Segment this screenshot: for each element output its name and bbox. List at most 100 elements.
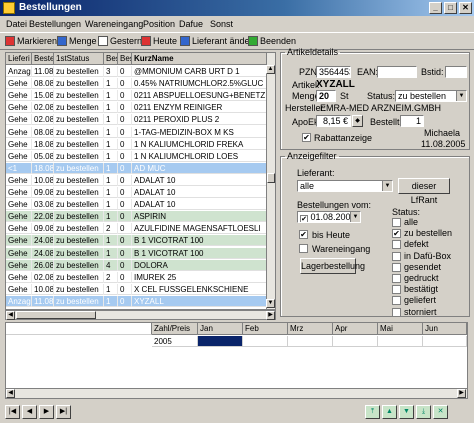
grid-vertical-scrollbar[interactable]: ▲ ▼ [266, 53, 275, 309]
table-row[interactable]: Gehe10.08.zu bestellen10X CEL FUSSGELENK… [6, 283, 268, 295]
wareneingang-checkbox[interactable] [299, 244, 308, 253]
col-bestellt[interactable]: Bes [118, 53, 132, 65]
ean-field[interactable] [377, 66, 417, 78]
hscroll-thumb[interactable] [16, 311, 96, 319]
date-enable-checkbox[interactable]: ✔ [300, 215, 308, 222]
close-icon[interactable]: ✕ [459, 2, 472, 14]
table-row[interactable]: Gehe24.08.zu bestellen10B 1 VICOTRAT 100 [6, 247, 268, 259]
col-bestelldatum[interactable]: Beste [32, 53, 54, 65]
year-cell[interactable]: 2005 [152, 336, 198, 347]
move-bottom-icon[interactable]: ⤓ [416, 405, 431, 419]
table-row[interactable]: Gehe10.08.zu bestellen10ADALAT 10 [6, 174, 268, 186]
status-checkbox[interactable] [392, 262, 401, 272]
status-checkbox[interactable]: ✔ [392, 229, 401, 239]
col-kurzname[interactable]: KurzName [132, 53, 268, 65]
table-row[interactable]: Gehe02.08.zu bestellen100211 PEROXID PLU… [6, 114, 268, 126]
table-row[interactable]: Gehe05.08.zu bestellen101 N KALIUMCHLORI… [6, 150, 268, 162]
mrz-cell[interactable] [288, 336, 333, 347]
move-down-icon[interactable]: ▼ [399, 405, 414, 419]
jun-cell[interactable] [423, 336, 467, 347]
lagerbestellung-button[interactable]: Lagerbestellung [300, 258, 365, 274]
status-checkbox[interactable] [392, 251, 401, 261]
monthly-stats-grid[interactable]: Zahl/Preis Jan Feb Mrz Apr Mai Jun 2005 … [5, 322, 468, 399]
table-row[interactable]: Gehe18.08.zu bestellen101 N KALIUMCHLORI… [6, 138, 268, 150]
col-jan[interactable]: Jan [198, 323, 243, 335]
col-mai[interactable]: Mai [378, 323, 423, 335]
table-row[interactable]: Anzag 11.08. zu bestellen 3 0 @MMONIUM CARB U… [6, 66, 268, 77]
table-row[interactable]: Gehe24.08.zu bestellen10B 1 VICOTRAT 100 [6, 235, 268, 247]
menu-datei[interactable]: Datei [6, 19, 27, 29]
grid-horizontal-scrollbar[interactable]: ◀ ▶ [5, 310, 276, 320]
table-row[interactable]: Gehe09.08.zu bestellen10ADALAT 10 [6, 187, 268, 198]
table-row[interactable]: Gehe03.08.zu bestellen10ADALAT 10 [6, 199, 268, 211]
col-apr[interactable]: Apr [333, 323, 378, 335]
minimize-icon[interactable]: _ [429, 2, 442, 14]
status-select[interactable]: zu bestellen ▼ [395, 90, 467, 102]
first-record-icon[interactable]: |◀ [5, 405, 20, 419]
menu-dafue[interactable]: Dafue [179, 19, 203, 29]
dieser-lieferant-button[interactable]: dieser LfRant [398, 178, 450, 205]
menu-wareneingang[interactable]: Wareneingang [85, 19, 143, 29]
col-status[interactable]: 1stStatus [54, 53, 104, 65]
mai-cell[interactable] [378, 336, 423, 347]
menu-sonst[interactable]: Sonst [210, 19, 233, 29]
table-row[interactable]: Anzag 11.08. zu bestellen 1 0 XYZALL [6, 295, 268, 307]
table-row[interactable]: Gehe22.08.zu bestellen10ASPIRIN [6, 211, 268, 223]
status-checkbox[interactable] [392, 218, 401, 227]
move-up-icon[interactable]: ▲ [382, 405, 397, 419]
status-checkbox[interactable] [392, 274, 401, 283]
apoek-spin-icon[interactable]: ◆ [352, 115, 363, 127]
bis-heute-checkbox[interactable]: ✔ [299, 230, 308, 239]
table-row[interactable]: Gehe08.08.zu bestellen101-TAG-MEDIZIN-BO… [6, 126, 268, 138]
chevron-down-icon[interactable]: ▼ [382, 181, 392, 191]
table-row[interactable]: Gehe09.08.zu bestellen20AZULFIDINE MAGEN… [6, 223, 268, 235]
menu-bestellungen[interactable]: Bestellungen [29, 19, 81, 29]
bstid-field[interactable] [445, 66, 467, 78]
last-record-icon[interactable]: ▶| [56, 405, 71, 419]
scroll-right-icon[interactable]: ▶ [266, 311, 275, 320]
table-row[interactable]: <118.08.zu bestellen10AD MUC [6, 162, 268, 174]
beenden-button[interactable]: Beenden [248, 36, 296, 46]
bestellt-field[interactable]: 1 [400, 115, 424, 127]
scroll-up-icon[interactable]: ▲ [266, 65, 275, 74]
apr-cell[interactable] [333, 336, 378, 347]
scroll-down-icon[interactable]: ▼ [266, 299, 275, 308]
status-checkbox[interactable] [392, 307, 401, 317]
feb-cell[interactable] [243, 336, 288, 347]
heute-button[interactable]: Heute [141, 36, 177, 46]
status-checkbox[interactable] [392, 240, 401, 250]
scroll-thumb[interactable] [267, 173, 275, 183]
menu-position[interactable]: Position [143, 19, 175, 29]
status-checkbox[interactable] [392, 285, 401, 295]
rabattanzeige-checkbox[interactable]: ✔ [302, 133, 311, 142]
table-row[interactable]: Gehe15.08.zu bestellen100211 ABSPUELLOES… [6, 90, 268, 102]
menge-field[interactable]: 20 [316, 90, 336, 102]
col-lieferant[interactable]: Lieferi [6, 53, 32, 65]
bestellungen-vom-date[interactable]: ✔ 01.08.2005 ▼ [297, 211, 361, 223]
maximize-icon[interactable]: □ [444, 2, 457, 14]
scroll-left-icon[interactable]: ◀ [6, 311, 15, 320]
col-mrz[interactable]: Mrz [288, 323, 333, 335]
pzn-field[interactable]: 3564453 [316, 66, 351, 78]
bottom-grid-scrollbar[interactable]: ◀ ▶ [6, 388, 467, 398]
gestern-button[interactable]: Gestern [98, 36, 142, 46]
col-feb[interactable]: Feb [243, 323, 288, 335]
scroll-left-icon[interactable]: ◀ [6, 389, 15, 398]
col-zahl-preis[interactable]: Zahl/Preis [152, 323, 198, 335]
delete-icon[interactable]: ✕ [433, 405, 448, 419]
lieferant-select[interactable]: alle ▼ [297, 180, 393, 192]
next-record-icon[interactable]: ▶ [39, 405, 54, 419]
scroll-right-icon[interactable]: ▶ [457, 389, 466, 398]
previous-record-icon[interactable]: ◀ [22, 405, 37, 419]
selected-cell[interactable] [198, 336, 243, 347]
table-row[interactable]: Gehe02.08.zu bestellen100211 ENZYM REINI… [6, 102, 268, 114]
menge-button[interactable]: Menge [57, 36, 97, 46]
markieren-button[interactable]: Markieren [5, 36, 57, 46]
calendar-dropdown-icon[interactable]: ▼ [350, 212, 360, 222]
move-top-icon[interactable]: ⤒ [365, 405, 380, 419]
table-row[interactable]: Gehe08.08.zu bestellen100.45% NATRIUMCHL… [6, 78, 268, 90]
lieferant-aendern-button[interactable]: Lieferant ändern [180, 36, 258, 46]
orders-grid[interactable]: Lieferi Beste 1stStatus Bes Bes KurzName… [5, 52, 276, 310]
table-row[interactable]: Gehe26.08.zu bestellen40DOLORA [6, 259, 268, 271]
col-jun[interactable]: Jun [423, 323, 467, 335]
